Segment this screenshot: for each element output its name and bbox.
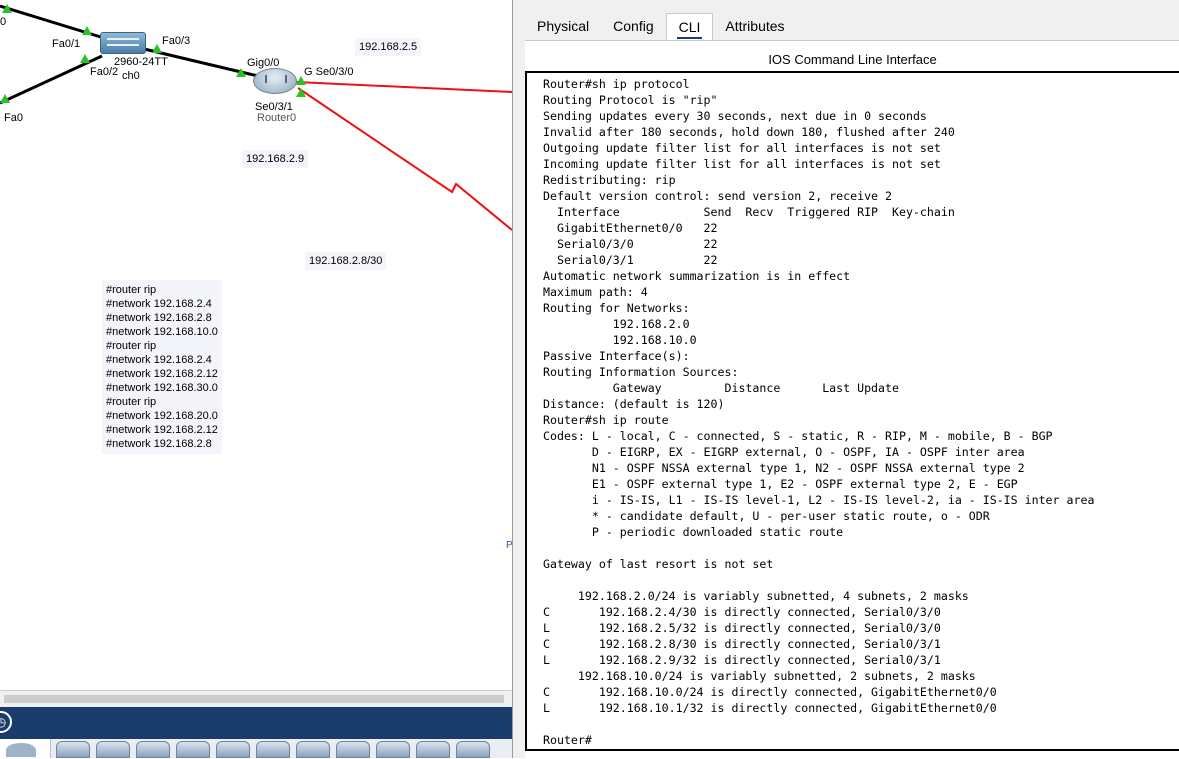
- switch-model-label: 2960-24TT: [114, 56, 168, 68]
- cli-output[interactable]: Router#sh ip protocol Routing Protocol i…: [527, 73, 1179, 748]
- port-indicator-icon: [2, 4, 12, 13]
- switch-icon[interactable]: [100, 32, 146, 54]
- note-line: #network 192.168.2.4: [106, 354, 212, 366]
- router-icon[interactable]: [216, 741, 250, 758]
- logical-workspace[interactable]: 0 Fa0/1 Fa0/3 Fa0/2 2960-24TT ch0 Fa0 Gi…: [0, 0, 512, 690]
- tab-attributes[interactable]: Attributes: [713, 13, 796, 40]
- rip-config-note[interactable]: #router rip #network 192.168.2.4 #networ…: [102, 280, 222, 454]
- port-label-gig00: Gig0/0: [247, 57, 280, 69]
- cli-title: IOS Command Line Interface: [768, 52, 937, 67]
- tab-cli[interactable]: CLI: [665, 13, 714, 41]
- port-indicator-icon: [296, 88, 306, 97]
- serial-link-se030: [295, 81, 512, 93]
- port-label-se030: G Se0/3/0: [304, 66, 354, 78]
- note-line: #router rip: [106, 396, 157, 408]
- router-config-window: Physical Config CLI Attributes IOS Comma…: [512, 0, 1179, 759]
- router-icon[interactable]: [256, 741, 290, 758]
- device-category-bar: [0, 707, 512, 739]
- port-label-fa01: Fa0/1: [52, 38, 81, 50]
- router-icon[interactable]: [96, 741, 130, 758]
- ip-note-2-9[interactable]: 192.168.2.9: [242, 150, 309, 168]
- note-line: #network 192.168.30.0: [106, 382, 218, 394]
- cli-console[interactable]: Router#sh ip protocol Routing Protocol i…: [525, 71, 1179, 751]
- tab-physical[interactable]: Physical: [525, 13, 601, 40]
- note-line: #router rip: [106, 340, 157, 352]
- note-line: #network 192.168.2.4: [106, 298, 212, 310]
- router-icon[interactable]: [376, 741, 410, 758]
- device-tray: [0, 739, 512, 758]
- port-indicator-icon: [0, 94, 10, 103]
- port-indicator-icon: [236, 68, 246, 77]
- port-label-fa0: Fa0: [4, 112, 23, 124]
- scrollbar-thumb[interactable]: [4, 695, 504, 703]
- port-indicator-icon: [82, 26, 92, 35]
- note-line: #network 192.168.20.0: [106, 410, 218, 422]
- port-indicator-icon: [152, 44, 162, 53]
- port-label: 0: [0, 16, 7, 28]
- router-icon[interactable]: [416, 741, 450, 758]
- selected-category[interactable]: [0, 739, 51, 758]
- note-line: #network 192.168.2.12: [106, 424, 218, 436]
- note-line: #router rip: [106, 284, 157, 296]
- switch-name-label: ch0: [122, 70, 140, 82]
- router-icon[interactable]: [56, 741, 90, 758]
- note-line: #network 192.168.2.8: [106, 438, 212, 450]
- ip-note-2-5[interactable]: 192.168.2.5: [355, 38, 422, 56]
- router-name-label: Router0: [257, 112, 297, 124]
- port-label-fa03: Fa0/3: [162, 35, 191, 47]
- router-icon[interactable]: [176, 741, 210, 758]
- router-icon[interactable]: [336, 741, 370, 758]
- router-icon[interactable]: [253, 68, 297, 94]
- port-indicator-icon: [80, 54, 90, 63]
- router-icon[interactable]: [296, 741, 330, 758]
- link-fa02: [0, 54, 103, 105]
- horizontal-scrollbar[interactable]: [0, 690, 512, 708]
- serial-link-se031: [297, 87, 512, 231]
- router-icon: [6, 743, 36, 757]
- ip-note-2-8-30[interactable]: 192.168.2.8/30: [305, 252, 387, 270]
- note-line: #network 192.168.10.0: [106, 326, 218, 338]
- router-icon[interactable]: [136, 741, 170, 758]
- note-line: #network 192.168.2.8: [106, 312, 212, 324]
- tab-config[interactable]: Config: [601, 13, 665, 40]
- note-line: #network 192.168.2.12: [106, 368, 218, 380]
- tab-bar: Physical Config CLI Attributes: [525, 13, 797, 41]
- router-icon[interactable]: [456, 741, 490, 758]
